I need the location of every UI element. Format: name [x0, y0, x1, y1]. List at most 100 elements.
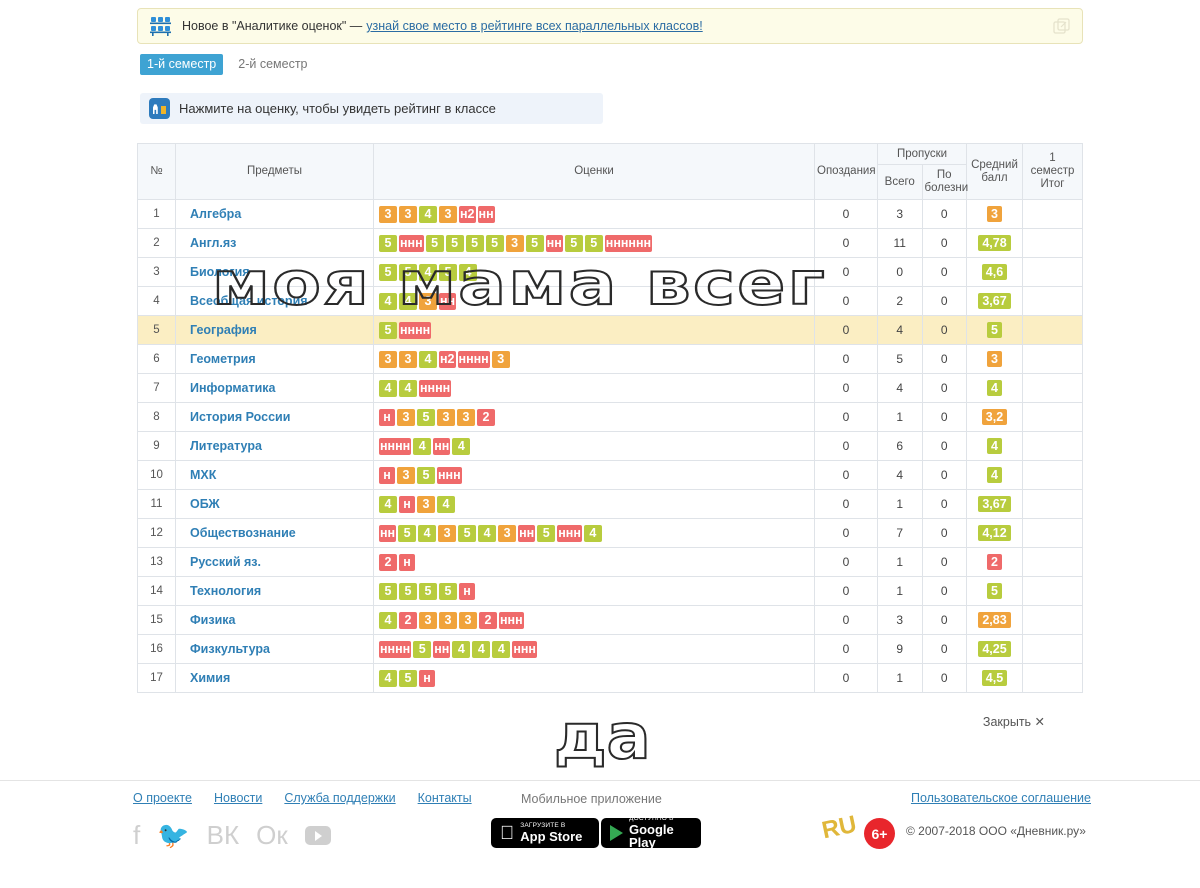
mark-badge[interactable]: ннн — [399, 234, 424, 252]
mark-badge[interactable]: н — [399, 553, 415, 571]
mark-badge[interactable]: 5 — [537, 524, 556, 542]
mark-badge[interactable]: 3 — [419, 292, 437, 310]
mark-badge[interactable]: 3 — [379, 350, 397, 368]
mark-badge[interactable]: н — [419, 669, 435, 687]
subject-link[interactable]: ОБЖ — [190, 497, 220, 511]
googleplay-button[interactable]: Доступно в Google Play — [601, 815, 701, 850]
mark-badge[interactable]: 5 — [419, 582, 437, 600]
mark-badge[interactable]: нннн — [399, 321, 432, 339]
mark-badge[interactable]: ннн — [499, 611, 524, 629]
mark-badge[interactable]: нн — [439, 292, 457, 310]
mark-badge[interactable]: 3 — [397, 408, 415, 426]
mark-badge[interactable]: 4 — [379, 379, 397, 397]
mark-badge[interactable]: 4 — [472, 640, 491, 658]
youtube-icon[interactable] — [304, 825, 331, 845]
mark-badge[interactable]: ннн — [437, 466, 462, 484]
mark-badge[interactable]: 4 — [413, 437, 432, 455]
mark-badge[interactable]: нн — [433, 640, 451, 658]
footer-link-about[interactable]: О проекте — [133, 791, 192, 805]
mark-badge[interactable]: 3 — [439, 205, 457, 223]
footer-link-support[interactable]: Служба поддержки — [284, 791, 395, 805]
mark-badge[interactable]: 4 — [419, 350, 437, 368]
facebook-icon[interactable]: f — [133, 822, 140, 848]
mark-badge[interactable]: 5 — [379, 582, 397, 600]
mark-badge[interactable]: н2 — [439, 350, 456, 368]
mark-badge[interactable]: 5 — [584, 234, 603, 252]
mark-badge[interactable]: 5 — [399, 582, 417, 600]
mark-badge[interactable]: 4 — [399, 292, 417, 310]
mark-badge[interactable]: 5 — [525, 234, 544, 252]
footer-link-agreement[interactable]: Пользовательское соглашение — [911, 791, 1091, 805]
mark-badge[interactable]: 5 — [425, 234, 444, 252]
mark-badge[interactable]: 5 — [399, 263, 417, 281]
subject-link[interactable]: Информатика — [190, 381, 275, 395]
mark-badge[interactable]: 3 — [457, 408, 475, 426]
subject-link[interactable]: Биология — [190, 265, 250, 279]
subject-link[interactable]: Физкультура — [190, 642, 270, 656]
mark-badge[interactable]: 3 — [397, 466, 415, 484]
footer-link-news[interactable]: Новости — [214, 791, 262, 805]
close-link[interactable]: Закрыть ✕ — [983, 714, 1045, 729]
mark-badge[interactable]: 4 — [452, 437, 471, 455]
mark-badge[interactable]: нн — [433, 437, 451, 455]
mark-badge[interactable]: 4 — [379, 669, 397, 687]
subject-link[interactable]: История России — [190, 410, 290, 424]
mark-badge[interactable]: 4 — [399, 379, 417, 397]
mark-badge[interactable]: 4 — [379, 611, 397, 629]
mark-badge[interactable]: 5 — [379, 234, 397, 252]
mark-badge[interactable]: н — [379, 466, 395, 484]
mark-badge[interactable]: 5 — [417, 466, 435, 484]
mark-badge[interactable]: 3 — [491, 350, 510, 368]
subject-link[interactable]: Всеобщая история — [190, 294, 308, 308]
mark-badge[interactable]: 4 — [419, 263, 437, 281]
announcement-link[interactable]: узнай свое место в рейтинге всех паралле… — [366, 19, 702, 33]
mark-badge[interactable]: нннн — [457, 350, 490, 368]
mark-badge[interactable]: н2 — [459, 205, 476, 223]
subject-link[interactable]: Литература — [190, 439, 262, 453]
mark-badge[interactable]: нн — [518, 524, 536, 542]
subject-link[interactable]: География — [190, 323, 257, 337]
mark-badge[interactable]: 4 — [418, 524, 437, 542]
mark-badge[interactable]: 5 — [379, 321, 397, 339]
mark-badge[interactable]: 5 — [413, 640, 432, 658]
subject-link[interactable]: Технология — [190, 584, 261, 598]
mark-badge[interactable]: 3 — [438, 524, 457, 542]
subject-link[interactable]: Алгебра — [190, 207, 241, 221]
mark-badge[interactable]: 3 — [498, 524, 517, 542]
mark-badge[interactable]: нннн — [419, 379, 452, 397]
subject-link[interactable]: МХК — [190, 468, 216, 482]
mark-badge[interactable]: 3 — [459, 611, 477, 629]
mark-badge[interactable]: 5 — [439, 582, 457, 600]
mark-badge[interactable]: 3 — [439, 611, 457, 629]
subject-link[interactable]: Физика — [190, 613, 235, 627]
subject-link[interactable]: Англ.яз — [190, 236, 236, 250]
odnoklassniki-icon[interactable]: Ок — [256, 822, 288, 848]
mark-badge[interactable]: 5 — [379, 263, 397, 281]
mark-badge[interactable]: 4 — [459, 263, 477, 281]
mark-badge[interactable]: 4 — [583, 524, 602, 542]
vk-icon[interactable]: ВК — [207, 822, 240, 848]
mark-badge[interactable]: 3 — [417, 495, 435, 513]
mark-badge[interactable]: 3 — [437, 408, 455, 426]
subject-link[interactable]: Геометрия — [190, 352, 256, 366]
mark-badge[interactable]: 4 — [437, 495, 455, 513]
mark-badge[interactable]: 4 — [379, 292, 397, 310]
mark-badge[interactable]: 3 — [379, 205, 397, 223]
mark-badge[interactable]: нннн — [379, 437, 412, 455]
mark-badge[interactable]: 2 — [477, 408, 495, 426]
mark-badge[interactable]: 2 — [399, 611, 417, 629]
mark-badge[interactable]: 5 — [465, 234, 484, 252]
subject-link[interactable]: Химия — [190, 671, 230, 685]
mark-badge[interactable]: 3 — [399, 350, 417, 368]
mark-badge[interactable]: 4 — [419, 205, 437, 223]
mark-badge[interactable]: 5 — [398, 524, 417, 542]
mark-badge[interactable]: 3 — [399, 205, 417, 223]
mark-badge[interactable]: 4 — [452, 640, 471, 658]
mark-badge[interactable]: 5 — [399, 669, 417, 687]
mark-badge[interactable]: нн — [379, 524, 397, 542]
mark-badge[interactable]: ннн — [512, 640, 537, 658]
appstore-button[interactable]:  Загрузите в App Store — [491, 818, 599, 848]
mark-badge[interactable]: 4 — [478, 524, 497, 542]
tab-semester-1[interactable]: 1-й семестр — [140, 54, 224, 75]
mark-badge[interactable]: 5 — [439, 263, 457, 281]
